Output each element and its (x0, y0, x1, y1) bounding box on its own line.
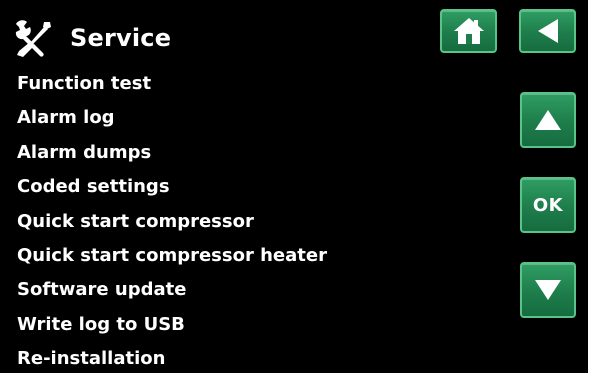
tools-icon (13, 18, 55, 58)
menu-item-alarm-dumps[interactable]: Alarm dumps (17, 136, 327, 170)
home-icon (453, 16, 485, 46)
ok-button[interactable]: OK (520, 177, 576, 233)
menu-item-quick-start-compressor[interactable]: Quick start compressor (17, 205, 327, 239)
ok-label: OK (532, 194, 564, 216)
scroll-up-button[interactable] (520, 92, 576, 148)
home-button[interactable] (440, 9, 497, 53)
menu-item-alarm-log[interactable]: Alarm log (17, 101, 327, 135)
menu-item-quick-start-compressor-heater[interactable]: Quick start compressor heater (17, 239, 327, 273)
scroll-down-button[interactable] (520, 262, 576, 318)
service-menu: Function test Alarm log Alarm dumps Code… (17, 67, 327, 373)
menu-item-coded-settings[interactable]: Coded settings (17, 170, 327, 204)
display-screen: Service Function test Alarm log Alarm du… (0, 0, 588, 373)
page-title: Service (70, 24, 172, 52)
header: Service (13, 18, 171, 58)
menu-item-software-update[interactable]: Software update (17, 273, 327, 307)
up-arrow-icon (533, 108, 563, 132)
back-arrow-icon (536, 18, 560, 44)
menu-item-re-installation[interactable]: Re-installation (17, 342, 327, 373)
menu-item-function-test[interactable]: Function test (17, 67, 327, 101)
menu-item-write-log-to-usb[interactable]: Write log to USB (17, 308, 327, 342)
back-button[interactable] (519, 9, 576, 53)
down-arrow-icon (533, 278, 563, 302)
